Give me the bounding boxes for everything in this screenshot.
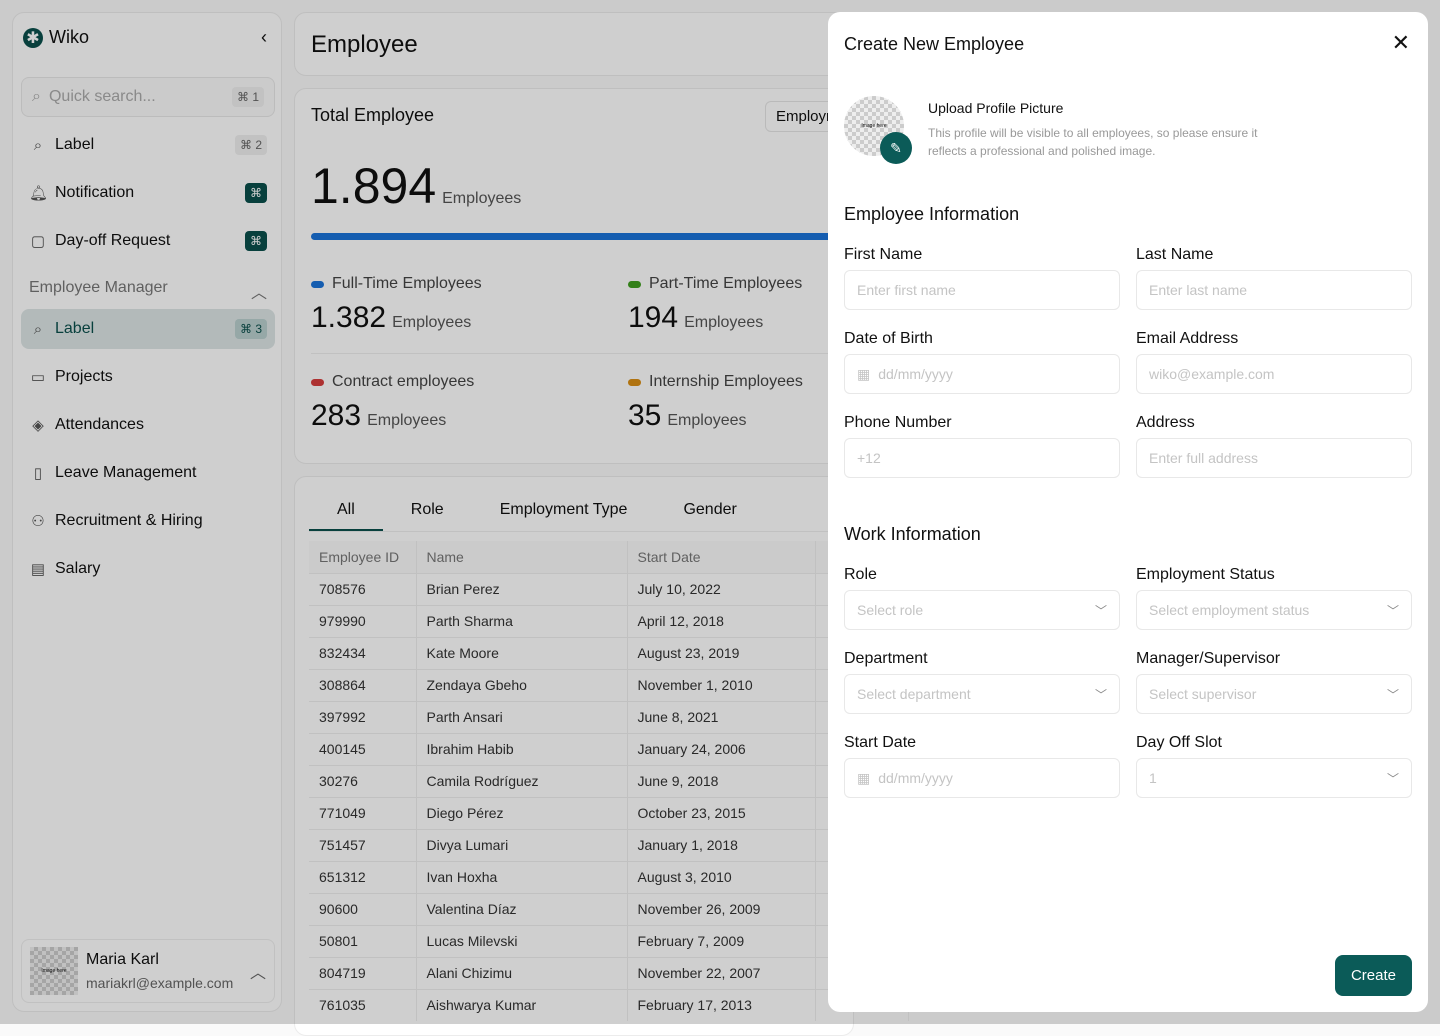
manager-supervisor-input[interactable]: Select supervisor ﹀ xyxy=(1136,674,1412,714)
upload-title: Upload Profile Picture xyxy=(928,100,1064,116)
field-label: Last Name xyxy=(1136,246,1214,263)
close-icon[interactable]: ✕ xyxy=(1392,30,1410,56)
pencil-icon[interactable]: ✎ xyxy=(880,132,912,164)
date-of-birth-input[interactable]: ▦ dd/mm/yyyy xyxy=(844,354,1120,394)
field-label: Address xyxy=(1136,414,1195,431)
start-date-input[interactable]: ▦ dd/mm/yyyy xyxy=(844,758,1120,798)
chevron-down-icon: ﹀ xyxy=(1386,603,1399,618)
first-name-input[interactable]: Enter first name xyxy=(844,270,1120,310)
email-address-input[interactable]: wiko@example.com xyxy=(1136,354,1412,394)
phone-number-input[interactable]: +12 xyxy=(844,438,1120,478)
field-label: Employment Status xyxy=(1136,566,1275,583)
department-input[interactable]: Select department ﹀ xyxy=(844,674,1120,714)
field-label: Manager/Supervisor xyxy=(1136,650,1281,667)
field-label: Department xyxy=(844,650,928,667)
address-input[interactable]: Enter full address xyxy=(1136,438,1412,478)
chevron-down-icon: ﹀ xyxy=(1094,603,1107,618)
chevron-down-icon: ﹀ xyxy=(1094,687,1107,702)
field-label: Email Address xyxy=(1136,330,1239,347)
upload-description: This profile will be visible to all empl… xyxy=(928,126,1258,158)
calendar-icon: ▦ xyxy=(857,769,871,786)
field-label: Role xyxy=(844,566,877,583)
chevron-down-icon: ﹀ xyxy=(1386,687,1399,702)
section-employee-information: Employee Information xyxy=(844,204,1020,224)
create-button[interactable]: Create xyxy=(1334,955,1412,996)
calendar-icon: ▦ xyxy=(857,365,871,382)
day-off-slot-input[interactable]: 1 ﹀ xyxy=(1136,758,1412,798)
field-label: Date of Birth xyxy=(844,330,933,347)
field-label: Start Date xyxy=(844,734,917,751)
last-name-input[interactable]: Enter last name xyxy=(1136,270,1412,310)
role-input[interactable]: Select role ﹀ xyxy=(844,590,1120,630)
field-label: First Name xyxy=(844,246,923,263)
field-label: Day Off Slot xyxy=(1136,734,1222,751)
field-label: Phone Number xyxy=(844,414,952,431)
chevron-down-icon: ﹀ xyxy=(1386,771,1399,786)
section-work-information: Work Information xyxy=(844,524,981,544)
create-employee-modal: Create New Employee ✕ Image here ✎ Uploa… xyxy=(828,12,1428,1012)
modal-title: Create New Employee xyxy=(844,34,1025,54)
employment-status-input[interactable]: Select employment status ﹀ xyxy=(1136,590,1412,630)
